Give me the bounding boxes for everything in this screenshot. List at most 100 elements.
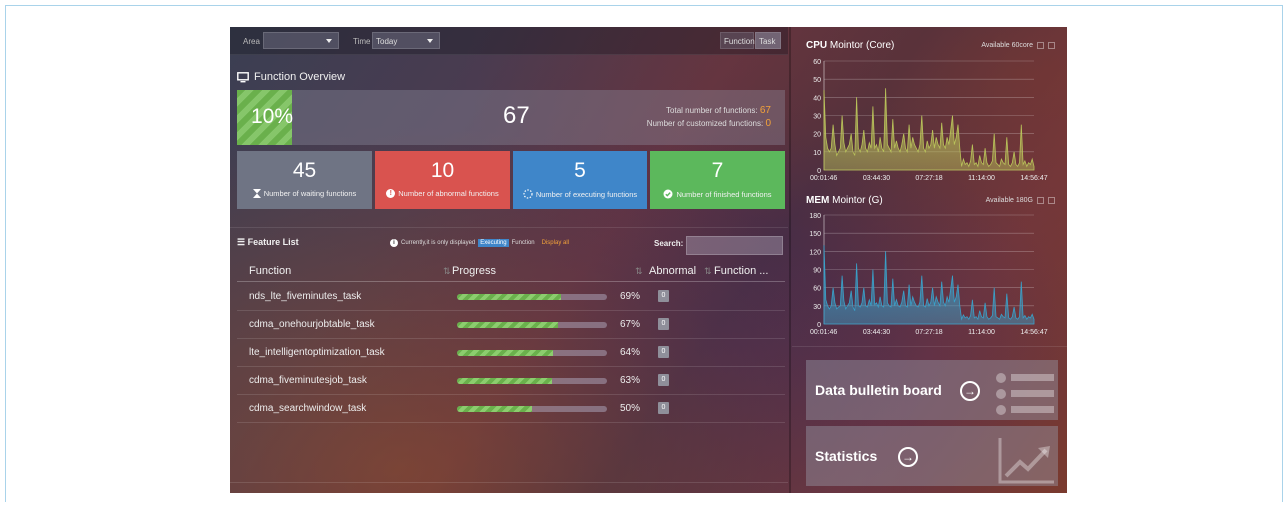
- row-progress-bar: [457, 378, 607, 384]
- y-tick-label: 60: [813, 59, 821, 66]
- y-tick-label: 90: [813, 268, 821, 275]
- overview-total: 67: [503, 102, 530, 129]
- function-button[interactable]: Function: [720, 32, 755, 49]
- mem-title-bold: MEM: [806, 195, 830, 206]
- row-progress-fill: [457, 294, 561, 300]
- area-select[interactable]: [263, 32, 339, 49]
- row-abnormal-badge: 0: [658, 290, 669, 302]
- overview-title: Function Overview: [237, 71, 345, 83]
- mem-monitor-title: MEM Mointor (G): [806, 195, 883, 206]
- bulletin-label: Data bulletin board: [815, 382, 942, 398]
- sort-icon[interactable]: ⇅: [443, 266, 451, 277]
- waiting-count: 45: [292, 159, 317, 182]
- row-progress-fill: [457, 378, 552, 384]
- row-progress-fill: [457, 406, 532, 412]
- checkbox-icon[interactable]: [1037, 197, 1044, 204]
- total-functions-value: 67: [759, 105, 771, 116]
- abnormal-caption: ! Number of abnormal functions: [375, 189, 510, 198]
- table-row[interactable]: nds_lte_fiveminutes_task 69% 0: [237, 283, 785, 311]
- executing-label: Number of executing functions: [535, 189, 638, 199]
- search-label: Search:: [654, 239, 684, 248]
- checkbox-icon[interactable]: [1037, 42, 1044, 49]
- divider: [230, 227, 788, 228]
- feature-list-title-text: Feature List: [247, 237, 299, 247]
- customized-functions-label: Number of customized functions:: [646, 119, 764, 128]
- executing-card[interactable]: 5 Number of executing functions: [513, 151, 647, 209]
- left-panel: Area Time Today Function Task Function O…: [230, 27, 788, 493]
- data-bulletin-board-tile[interactable]: Data bulletin board →: [806, 360, 1058, 420]
- panel-divider: [789, 27, 791, 493]
- checkbox-icon[interactable]: [1048, 197, 1055, 204]
- mem-available-text: Available 180G: [985, 197, 1033, 204]
- total-functions-label: Total number of functions:: [666, 106, 758, 115]
- row-progress-text: 64%: [620, 347, 641, 358]
- executing-caption: Number of executing functions: [513, 189, 647, 199]
- note-prefix: Currently,it is only displayed: [401, 240, 476, 246]
- arrow-right-icon[interactable]: →: [960, 381, 980, 401]
- feature-list-note: i Currently,it is only displayed Executi…: [390, 239, 569, 247]
- x-tick-label: 07:27:18: [915, 329, 942, 336]
- time-select[interactable]: Today: [372, 32, 440, 49]
- sort-icon[interactable]: ⇅: [704, 266, 712, 277]
- x-tick-label: 03:44:30: [863, 329, 890, 336]
- checkbox-icon[interactable]: [1048, 42, 1055, 49]
- exclamation-icon: !: [386, 189, 396, 198]
- column-function[interactable]: Function: [249, 265, 291, 277]
- table-row[interactable]: cdma_onehourjobtable_task 67% 0: [237, 311, 785, 339]
- time-label: Time: [353, 37, 371, 46]
- search-input[interactable]: [686, 236, 783, 255]
- list-icon: [996, 373, 1054, 415]
- y-tick-label: 20: [813, 132, 821, 139]
- x-tick-label: 07:27:18: [915, 175, 942, 182]
- time-select-value: Today: [376, 37, 398, 46]
- table-row[interactable]: cdma_searchwindow_task 50% 0: [237, 395, 785, 423]
- abnormal-card[interactable]: 10 ! Number of abnormal functions: [375, 151, 510, 209]
- row-progress-bar: [457, 294, 607, 300]
- column-abnormal[interactable]: Abnormal: [649, 265, 696, 277]
- chevron-down-icon: [427, 39, 433, 43]
- cpu-available: Available 60core: [981, 42, 1055, 49]
- mem-chart: 0 30 60 90 120 150 180 00:01:46 03:44:30 07:27:18…: [809, 213, 1047, 336]
- statistics-tile[interactable]: Statistics →: [806, 426, 1058, 486]
- row-abnormal-badge: 0: [658, 346, 669, 358]
- cpu-available-text: Available 60core: [981, 42, 1033, 49]
- spinner-icon: [523, 189, 533, 199]
- statistics-label: Statistics: [815, 448, 878, 464]
- row-function-name: lte_intelligentoptimization_task: [249, 347, 385, 358]
- x-tick-label: 11:14:00: [968, 175, 995, 182]
- x-tick-label: 00:01:46: [810, 175, 837, 182]
- filter-bar: Area Time Today Function Task: [230, 27, 788, 55]
- arrow-right-icon[interactable]: →: [898, 447, 918, 467]
- row-progress-bar: [457, 322, 607, 328]
- note-suffix: Function: [511, 240, 535, 246]
- x-tick-label: 14:56:47: [1020, 175, 1047, 182]
- abnormal-count: 10: [430, 159, 455, 182]
- series-area: [823, 88, 1035, 171]
- mem-title-rest: Mointor (G): [832, 195, 883, 206]
- executing-count: 5: [574, 159, 586, 182]
- column-function-more[interactable]: Function ...: [714, 265, 768, 277]
- mem-available: Available 180G: [986, 197, 1055, 204]
- executing-tag: Executing: [478, 239, 509, 247]
- y-tick-label: 10: [813, 150, 821, 157]
- finished-card[interactable]: 7 Number of finished functions: [650, 151, 785, 209]
- y-tick-label: 120: [809, 249, 821, 256]
- table-header: Function ⇅ Progress ⇅ Abnormal ⇅ Functio…: [237, 263, 785, 282]
- y-tick-label: 0: [817, 168, 821, 175]
- row-progress-text: 50%: [620, 403, 641, 414]
- column-progress[interactable]: Progress: [452, 265, 496, 277]
- sort-icon[interactable]: ⇅: [635, 266, 643, 277]
- row-progress-bar: [457, 350, 607, 356]
- divider: [230, 482, 788, 483]
- waiting-card[interactable]: 45 Number of waiting functions: [237, 151, 372, 209]
- table-row[interactable]: lte_intelligentoptimization_task 64% 0: [237, 339, 785, 367]
- finished-label: Number of finished functions: [676, 189, 772, 199]
- display-all-link[interactable]: Display all: [542, 240, 569, 246]
- task-button[interactable]: Task: [755, 32, 781, 49]
- series-area: [823, 245, 1035, 325]
- row-progress-text: 63%: [620, 375, 641, 386]
- customized-functions-value: 0: [765, 118, 771, 129]
- monitor-icon: [237, 71, 249, 82]
- row-progress-fill: [457, 350, 553, 356]
- table-row[interactable]: cdma_fiveminutesjob_task 63% 0: [237, 367, 785, 395]
